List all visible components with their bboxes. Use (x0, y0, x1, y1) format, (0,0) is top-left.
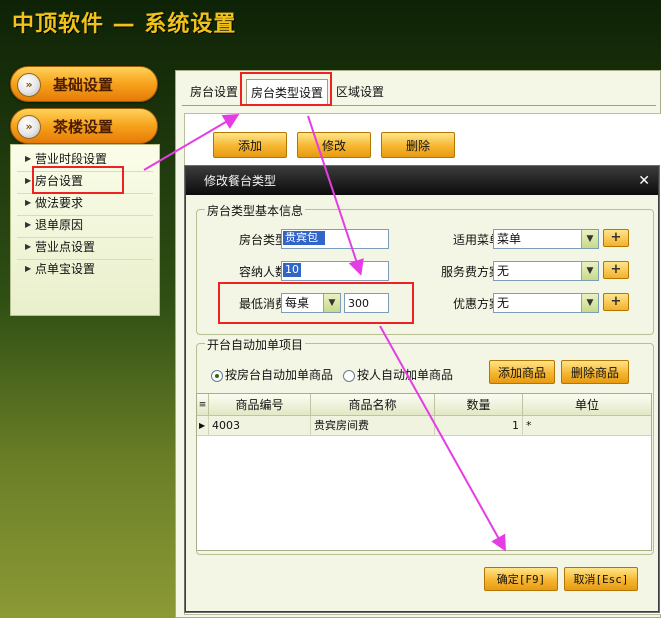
sidebar-teahouse-settings-button[interactable]: » 茶楼设置 (10, 108, 158, 144)
service-fee-select[interactable]: 无 ▼ (493, 261, 599, 281)
dialog-title: 修改餐台类型 (204, 174, 277, 188)
add-menu-button[interactable]: + (603, 229, 629, 247)
auto-add-goods-table: ≡ 商品编号 商品名称 数量 单位 ▶ 4003 贵宾房间费 1 * (196, 393, 652, 551)
column-header-qty[interactable]: 数量 (435, 394, 523, 416)
sidebar-item-return-reasons[interactable]: ▶ 退单原因 (25, 215, 155, 235)
cancel-button[interactable]: 取消[Esc] (564, 567, 638, 591)
discount-value: 无 (497, 296, 510, 310)
sidebar-item-business-points[interactable]: ▶ 营业点设置 (25, 237, 155, 257)
add-discount-button[interactable]: + (603, 293, 629, 311)
delete-button[interactable]: 删除 (381, 132, 455, 158)
discount-select[interactable]: 无 ▼ (493, 293, 599, 313)
radio-by-person-label: 按人自动加单商品 (357, 368, 454, 382)
chevron-down-icon[interactable]: ▼ (581, 230, 598, 248)
capacity-label: 容纳人数 (238, 265, 287, 279)
ok-button[interactable]: 确定[F9] (484, 567, 558, 591)
sidebar-item-label: 点单宝设置 (35, 262, 96, 276)
triangle-right-icon: ▶ (25, 154, 32, 163)
highlight-box-min-spend (218, 282, 414, 324)
basic-info-group-title: 房台类型基本信息 (205, 202, 306, 219)
tab-room-settings[interactable]: 房台设置 (186, 79, 242, 105)
sidebar-item-label: 做法要求 (35, 196, 84, 210)
dialog-titlebar: 修改餐台类型 ✕ (186, 167, 658, 195)
table-cell-name[interactable]: 贵宾房间费 (311, 416, 435, 436)
capacity-selected-text: 10 (285, 263, 299, 276)
radio-by-room-label: 按房台自动加单商品 (225, 368, 334, 382)
sidebar-basic-settings-label: 基础设置 (53, 76, 114, 94)
sidebar-item-label: 营业时段设置 (35, 152, 108, 166)
chevron-down-icon[interactable]: ▼ (581, 294, 598, 312)
add-service-fee-button[interactable]: + (603, 261, 629, 279)
edit-button[interactable]: 修改 (297, 132, 371, 158)
double-chevron-icon: » (17, 73, 41, 97)
sidebar-teahouse-settings-label: 茶楼设置 (53, 118, 114, 136)
triangle-right-icon: ▶ (25, 264, 32, 273)
sidebar-item-label: 退单原因 (35, 218, 84, 232)
discount-label: 优惠方案 (452, 297, 501, 311)
radio-by-person[interactable] (343, 370, 355, 382)
triangle-right-icon: ▶ (25, 198, 32, 207)
current-row-indicator-icon: ▶ (197, 416, 209, 436)
sidebar-basic-settings-button[interactable]: » 基础设置 (10, 66, 158, 102)
triangle-right-icon: ▶ (25, 242, 32, 251)
delete-goods-button[interactable]: 删除商品 (561, 360, 629, 384)
service-fee-value: 无 (497, 264, 510, 278)
sidebar-item-label: 营业点设置 (35, 240, 96, 254)
column-header-name[interactable]: 商品名称 (311, 394, 435, 416)
add-button[interactable]: 添加 (213, 132, 287, 158)
column-header-unit[interactable]: 单位 (523, 394, 651, 416)
row-header-icon: ≡ (197, 394, 209, 416)
app-title: 中顶软件 — 系统设置 (12, 12, 237, 37)
menu-select-value: 菜单 (497, 232, 522, 246)
triangle-right-icon: ▶ (25, 176, 32, 185)
chevron-down-icon[interactable]: ▼ (581, 262, 598, 280)
table-cell-qty[interactable]: 1 (435, 416, 523, 436)
double-chevron-icon: » (17, 115, 41, 139)
table-cell-code[interactable]: 4003 (209, 416, 311, 436)
room-type-selected-text: 贵宾包 (285, 231, 318, 244)
add-goods-button[interactable]: 添加商品 (489, 360, 555, 384)
tab-area-settings[interactable]: 区域设置 (332, 79, 388, 105)
radio-by-room[interactable] (211, 370, 223, 382)
service-fee-label: 服务费方案 (440, 265, 501, 279)
highlight-box-room-settings (32, 166, 124, 194)
menu-select[interactable]: 菜单 ▼ (493, 229, 599, 249)
auto-add-group-title: 开台自动加单项目 (205, 336, 306, 353)
room-type-label: 房台类型 (238, 233, 287, 247)
sidebar-item-cooking-requests[interactable]: ▶ 做法要求 (25, 193, 155, 213)
table-cell-unit[interactable]: * (523, 416, 651, 436)
triangle-right-icon: ▶ (25, 220, 32, 229)
sidebar-item-ordering-device[interactable]: ▶ 点单宝设置 (25, 259, 155, 279)
highlight-box-room-type-tab (240, 72, 332, 106)
menu-label: 适用菜单 (452, 233, 501, 247)
edit-room-type-dialog: 修改餐台类型 ✕ 房台类型基本信息 房台类型 容纳人数 最低消费 每桌 ▼ 适用… (185, 166, 659, 612)
close-icon[interactable]: ✕ (638, 167, 650, 195)
column-header-code[interactable]: 商品编号 (209, 394, 311, 416)
